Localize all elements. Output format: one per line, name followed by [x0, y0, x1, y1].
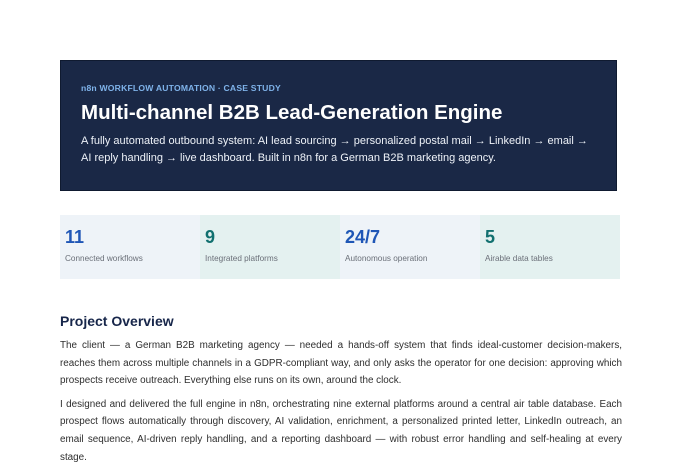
section-heading: Project Overview	[60, 313, 174, 329]
stat-label: Airable data tables	[485, 254, 553, 263]
stat-card-operation: 24/7 Autonomous operation	[340, 215, 480, 279]
stat-label: Integrated platforms	[205, 254, 278, 263]
stat-label: Connected workflows	[65, 254, 143, 263]
stat-card-workflows: 11 Connected workflows	[60, 215, 200, 279]
case-study-page: n8n WORKFLOW AUTOMATION · CASE STUDY Mul…	[0, 0, 680, 463]
stats-row: 11 Connected workflows 9 Integrated plat…	[60, 215, 620, 279]
stat-value: 9	[205, 227, 216, 247]
page-title: Multi-channel B2B Lead-Generation Engine	[81, 101, 503, 124]
stat-label: Autonomous operation	[345, 254, 428, 263]
stat-value: 5	[485, 227, 496, 247]
overview-paragraph-1: The client — a German B2B marketing agen…	[60, 340, 622, 387]
stat-value: 24/7	[345, 227, 381, 247]
stat-card-platforms: 9 Integrated platforms	[200, 215, 340, 279]
stat-card-tables: 5 Airable data tables	[480, 215, 620, 279]
hero-kicker: n8n WORKFLOW AUTOMATION · CASE STUDY	[81, 83, 281, 93]
hero-banner: n8n WORKFLOW AUTOMATION · CASE STUDY Mul…	[60, 60, 617, 191]
project-overview-section: Project Overview The client — a German B…	[60, 312, 622, 466]
hero-subtitle: A fully automated outbound system: AI le…	[81, 135, 588, 164]
overview-paragraph-2: I designed and delivered the full engine…	[60, 398, 622, 463]
stat-value: 11	[65, 227, 85, 247]
